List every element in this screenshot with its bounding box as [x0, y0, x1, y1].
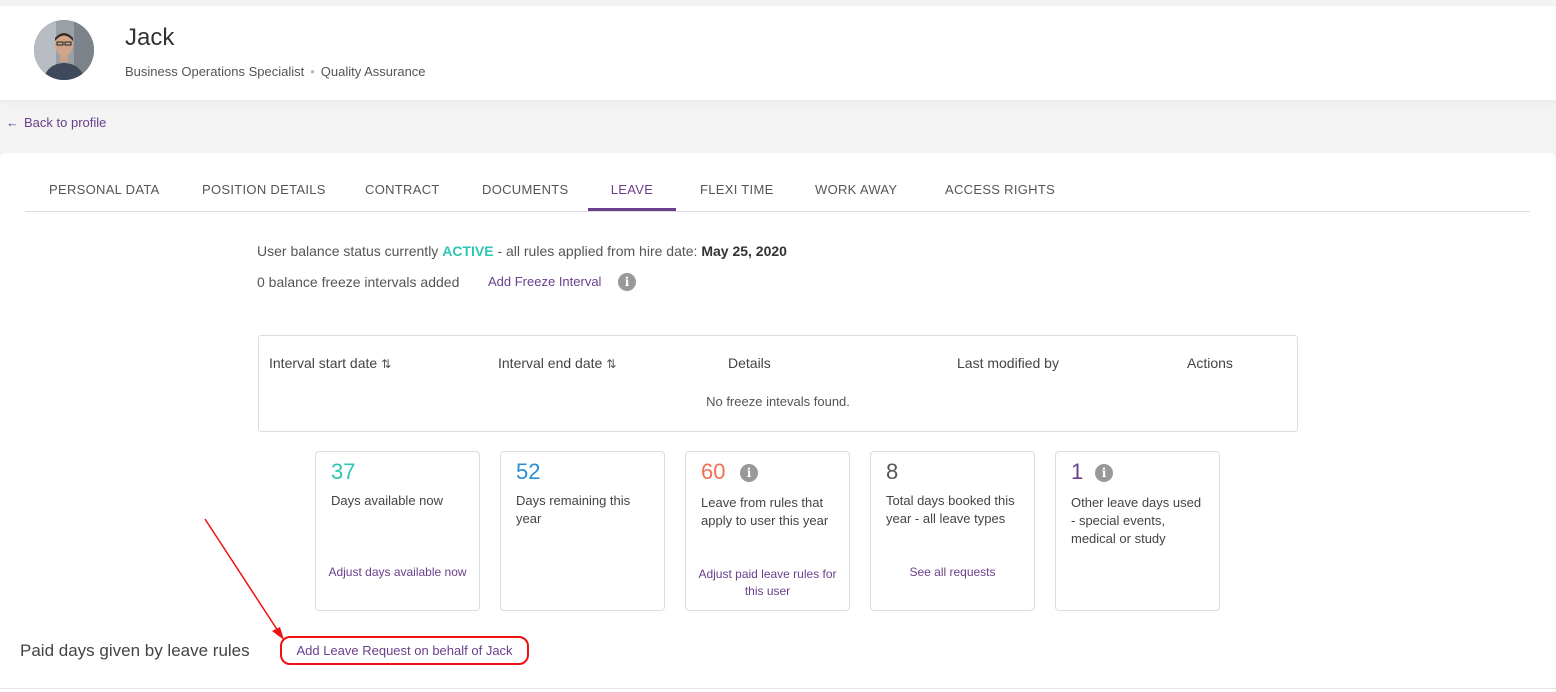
annotation-arrow [204, 518, 284, 640]
